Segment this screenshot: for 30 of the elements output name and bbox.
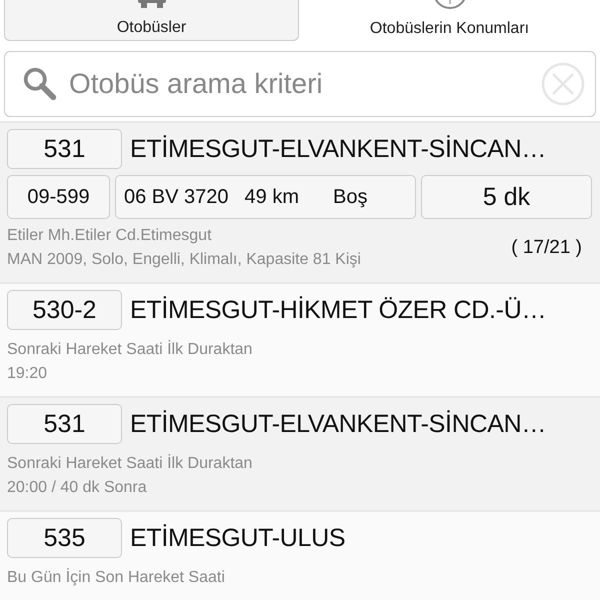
route-name: ETİMESGUT-HİKMET ÖZER CD.-Ü… (130, 296, 546, 324)
schedule-label: Bu Gün İçin Son Hareket Saati (7, 567, 226, 588)
arrival-time: 5 dk (421, 175, 592, 219)
occupancy: Boş (333, 186, 368, 208)
search-box[interactable]: Otobüs arama kriteri (4, 50, 596, 117)
route-row[interactable]: 531 ETİMESGUT-ELVANKENT-SİNCAN… Sonraki Hareket Saati İlk Duraktan 20:00 / 40 dk Sonra (0, 396, 600, 510)
route-name: ETİMESGUT-ELVANKENT-SİNCAN… (130, 410, 546, 438)
vehicle-details: MAN 2009, Solo, Engelli, Klimalı, Kapasite 81 Kişi (7, 250, 361, 270)
distance: 49 km (244, 186, 299, 208)
tab[interactable]: Otobüsler (4, 0, 299, 41)
schedule-label: Sonraki Hareket Saati İlk Duraktan (7, 453, 254, 474)
location: Etiler Mh.Etiler Cd.Etimesgut (7, 226, 213, 246)
schedule-label: Sonraki Hareket Saati İlk Duraktan (7, 339, 254, 360)
route-name: ETİMESGUT-ULUS (130, 524, 346, 552)
stop-count: ( 17/21 ) (511, 237, 582, 259)
route-number: 530-2 (7, 290, 122, 330)
search-field[interactable]: Otobüs arama kriteri (67, 66, 533, 101)
vehicle-number: 09-599 (7, 175, 110, 219)
route-row[interactable]: 531 ETİMESGUT-ELVANKENT-SİNCAN… 09-599 06 BV 3720 49 km Boş 5 dk Etiler Mh.Etiler Cd.Etimesgut MAN 2009, Solo, Engelli, Klimalı, Kapasite 81 Kişi ( 17/21 ) (0, 121, 600, 282)
departure-time: 20:00 / 40 dk Sonra (7, 478, 148, 498)
plate-number: 06 BV 3720 (124, 186, 229, 208)
route-number: 531 (7, 404, 122, 444)
clear-icon[interactable] (541, 62, 585, 106)
departure-time: 19:20 (7, 364, 48, 384)
route-number: 531 (7, 129, 122, 169)
route-row[interactable]: 530-2 ETİMESGUT-HİKMET ÖZER CD.-Ü… Sonraki Hareket Saati İlk Duraktan 19:20 (0, 282, 600, 396)
route-number: 535 (7, 518, 122, 558)
route-row[interactable]: 535 ETİMESGUT-ULUS Bu Gün İçin Son Hareket Saati (0, 510, 600, 600)
tab[interactable]: Otobüslerin Konumları (303, 0, 596, 41)
route-name: ETİMESGUT-ELVANKENT-SİNCAN… (130, 134, 546, 164)
